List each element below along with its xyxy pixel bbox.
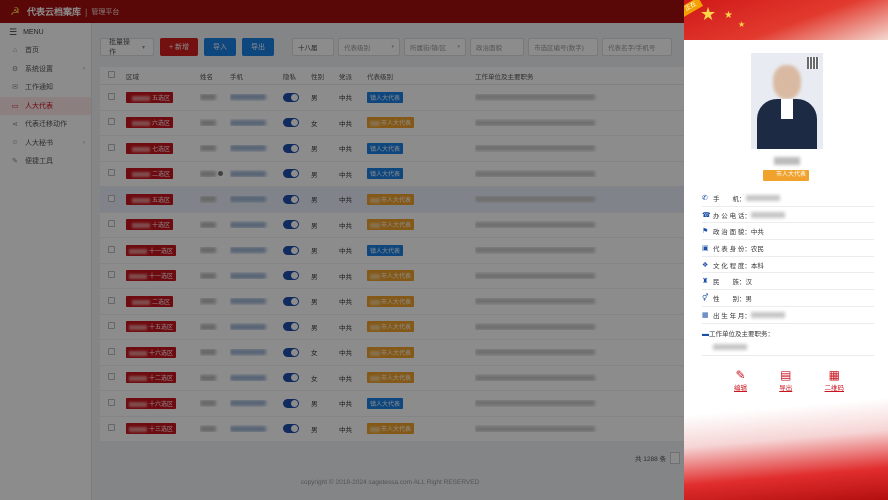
qrcode-action[interactable]: ▦ 二维码 [825, 368, 845, 392]
info-label: 民 族： [713, 279, 746, 287]
info-label: 文 化 程 度： [713, 262, 751, 270]
star-icon: ★ [700, 4, 717, 24]
info-value: 农民 [750, 245, 764, 253]
export-label: 导出 [779, 385, 793, 392]
info-row: ♜ 民 族：汉 [702, 273, 874, 291]
telephone-icon: ☎ [702, 211, 711, 219]
qrcode-icon [807, 57, 819, 69]
gender-icon: ⚥ [702, 294, 709, 302]
info-label: 手 机： [713, 195, 746, 203]
deputy-photo [751, 53, 823, 149]
deputy-detail-panel: ★ ★ ★ 正在 市人大代表 ✆ 手 机： ☎ 办 公 电 话： ⚑ 政 治 面 貌： 中共… [684, 0, 888, 500]
info-label: 代 表 身 份： [713, 245, 751, 253]
info-label: 出 生 年 月： [713, 312, 751, 320]
blurred-value [750, 311, 785, 318]
info-row: ⚥ 性 别：男 [702, 290, 874, 307]
deputy-name-blurred [774, 157, 800, 165]
calendar-icon: ▦ [702, 311, 709, 319]
info-row: ❖ 文 化 程 度： 本科 [702, 257, 874, 274]
panel-header-banner: ★ ★ ★ 正在 [684, 0, 888, 40]
info-row: ▣ 代 表 身 份： 农民 [702, 240, 874, 257]
star-icon: ★ [724, 10, 733, 21]
info-label: 工作单位及主要职务： [709, 330, 774, 338]
info-label: 性 别： [713, 295, 746, 303]
info-value: 汉 [745, 279, 753, 287]
info-row: ▦ 出 生 年 月： [702, 307, 874, 324]
deputy-info-list: ✆ 手 机： ☎ 办 公 电 话： ⚑ 政 治 面 貌： 中共 ▣ 代 表 身 份： 农民 ❖ 文 化… [702, 190, 874, 356]
info-value: 男 [745, 295, 753, 303]
info-label: 政 治 面 貌： [713, 229, 751, 237]
modal-overlay[interactable] [0, 0, 684, 500]
star-icon: ★ [738, 20, 746, 29]
edit-label: 编辑 [734, 385, 747, 392]
export-action[interactable]: ▤ 导出 [779, 368, 792, 392]
blurred-value [750, 211, 785, 218]
blurred-value [745, 194, 780, 201]
qrcode-icon: ▦ [828, 368, 840, 382]
blurred-value [713, 343, 747, 350]
briefcase-icon: ▬ [702, 330, 709, 338]
flag-icon: ⚑ [702, 228, 709, 236]
qrcode-label: 二维码 [824, 385, 845, 392]
id-card-icon: ▣ [702, 244, 709, 252]
photo-shirt [781, 99, 793, 119]
edit-action[interactable]: ✎ 编辑 [734, 368, 747, 392]
phone-icon: ✆ [702, 194, 708, 202]
panel-footer-banner [684, 390, 888, 500]
panel-actions: ✎ 编辑 ▤ 导出 ▦ 二维码 [734, 368, 844, 392]
info-value: 中共 [750, 229, 764, 237]
info-row: ☎ 办 公 电 话： [702, 207, 874, 224]
info-row: ⚑ 政 治 面 貌： 中共 [702, 223, 874, 241]
info-row: ▬工作单位及主要职务： [702, 324, 874, 356]
info-label: 办 公 电 话： [713, 212, 751, 220]
info-value: 本科 [750, 262, 764, 270]
deputy-level-badge: 市人大代表 [763, 170, 809, 181]
book-icon: ❖ [702, 261, 709, 269]
photo-face [773, 65, 801, 99]
edit-icon: ✎ [735, 368, 746, 382]
pdf-icon: ▤ [780, 368, 792, 382]
shirt-icon: ♜ [702, 278, 709, 286]
info-row: ✆ 手 机： [702, 190, 874, 207]
